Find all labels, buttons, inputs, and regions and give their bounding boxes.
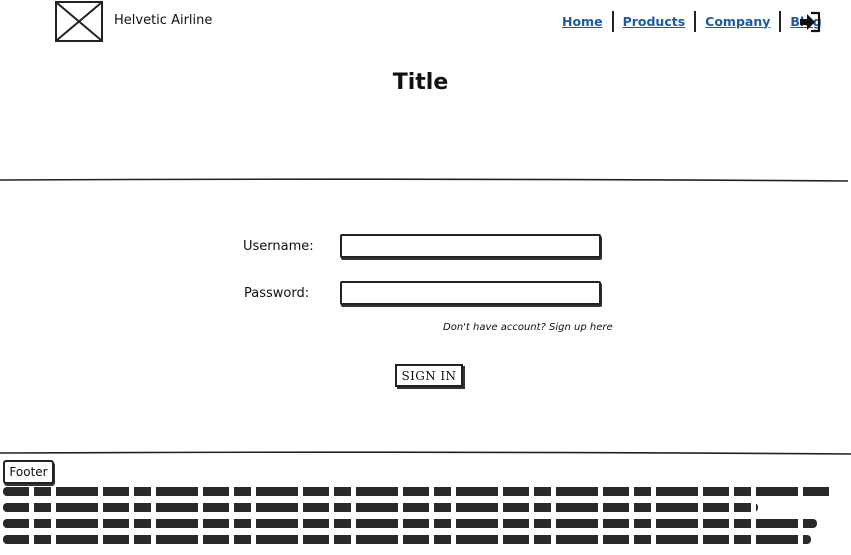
password-label: Password: [244, 286, 310, 301]
username-label: Username: [243, 239, 314, 254]
section-divider [0, 178, 849, 182]
image-placeholder-icon [57, 3, 101, 40]
nav-link-products[interactable]: Products [617, 11, 692, 33]
nav-separator [779, 11, 782, 32]
nav-link-company[interactable]: Company [699, 11, 776, 33]
footer-label: Footer [3, 460, 54, 484]
page-title: Title [392, 70, 449, 95]
logo-placeholder [55, 1, 103, 42]
username-field[interactable] [340, 234, 601, 258]
nav-separator [694, 11, 697, 32]
main-nav: Home Products Company Blog [556, 10, 828, 33]
sign-in-button[interactable]: SIGN IN [395, 364, 463, 387]
footer-divider [0, 451, 851, 455]
footer-placeholder-text [3, 487, 838, 551]
nav-separator [611, 11, 614, 32]
brand-name: Helvetic Airline [114, 13, 213, 28]
nav-link-home[interactable]: Home [556, 11, 609, 33]
sign-in-icon[interactable] [799, 11, 821, 33]
password-field[interactable] [340, 281, 601, 305]
signup-link[interactable]: Don't have account? Sign up here [443, 322, 613, 333]
